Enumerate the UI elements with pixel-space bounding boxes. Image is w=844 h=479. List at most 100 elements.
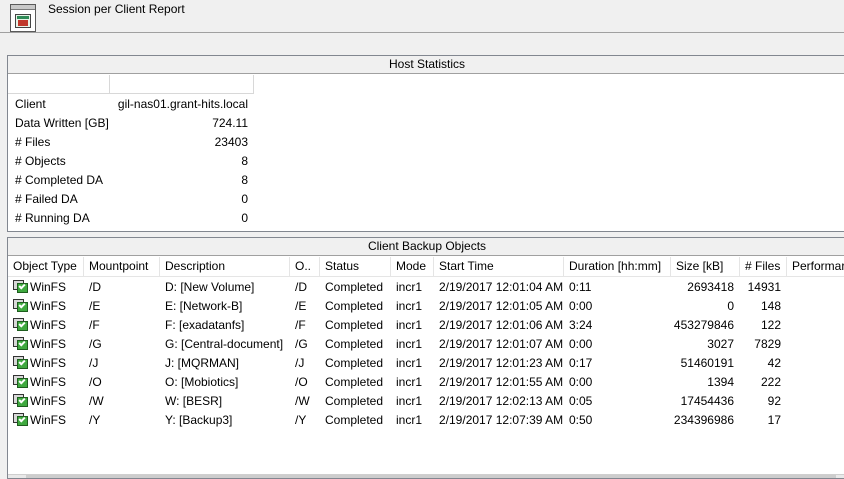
object-type-label: WinFS [30, 280, 66, 294]
cell-o: /G [295, 337, 308, 351]
cell-object-type: WinFS [8, 316, 84, 335]
column-header-mode[interactable]: Mode [391, 257, 434, 277]
cell-o: /O [295, 375, 308, 389]
cell-mode: incr1 [396, 337, 423, 351]
cell-description: G: [Central-document] [165, 337, 284, 351]
cell-start: 2/19/2017 12:01:55 AM [439, 375, 564, 389]
host-stat-row[interactable]: # Objects 8 [8, 152, 254, 171]
report-title: Session per Client Report [48, 2, 185, 16]
table-row[interactable]: WinFS/G G: [Central-document] /G Completed i… [8, 335, 844, 354]
column-header-o[interactable]: O.. [290, 257, 320, 277]
horizontal-scrollbar-thumb[interactable] [26, 475, 836, 478]
table-row[interactable]: WinFS/D D: [New Volume] /D Completed incr1 2/… [8, 278, 844, 297]
host-stat-label: # Objects [15, 154, 66, 168]
cell-mountpoint: /O [89, 375, 102, 389]
cell-status: Completed [325, 299, 384, 313]
cell-description: D: [New Volume] [165, 280, 255, 294]
column-header-perf[interactable]: Performar [787, 257, 844, 277]
host-stat-row[interactable]: # Completed DA 8 [8, 171, 254, 190]
cell-size: 0 [727, 299, 734, 313]
table-row[interactable]: WinFS/Y Y: [Backup3] /Y Completed incr1 2/19/… [8, 411, 844, 430]
object-type-label: WinFS [30, 356, 66, 370]
cell-status: Completed [325, 413, 384, 427]
cell-files: 17 [767, 413, 781, 427]
column-header-type[interactable]: Object Type [8, 257, 84, 277]
column-header-duration[interactable]: Duration [hh:mm] [564, 257, 671, 277]
host-statistics-header-cell-2[interactable] [110, 75, 254, 94]
column-header-files[interactable]: # Files [740, 257, 787, 277]
cell-mode: incr1 [396, 299, 423, 313]
cell-start: 2/19/2017 12:01:23 AM [439, 356, 564, 370]
host-stat-row[interactable]: # Running DA 0 [8, 209, 254, 228]
table-row[interactable]: WinFS/J J: [MQRMAN] /J Completed incr1 2/19/2… [8, 354, 844, 373]
host-stat-value: 23403 [214, 135, 248, 149]
cell-files: 92 [767, 394, 781, 408]
host-stat-label: # Files [15, 135, 51, 149]
cell-start: 2/19/2017 12:07:39 AM [439, 413, 564, 427]
horizontal-scrollbar[interactable] [8, 474, 844, 478]
cell-start: 2/19/2017 12:02:13 AM [439, 394, 564, 408]
column-header-start[interactable]: Start Time [434, 257, 564, 277]
cell-mountpoint: /E [89, 299, 101, 313]
host-statistics-header-cell-1[interactable] [8, 75, 110, 94]
host-stat-label: # Completed DA [15, 173, 104, 187]
object-type-label: WinFS [30, 318, 66, 332]
winfs-object-icon [13, 413, 28, 427]
cell-duration: 0:00 [569, 375, 593, 389]
cell-o: /E [295, 299, 307, 313]
winfs-object-icon [13, 337, 28, 351]
cell-start: 2/19/2017 12:01:07 AM [439, 337, 564, 351]
host-stat-value: 8 [241, 173, 248, 187]
cell-description: O: [Mobiotics] [165, 375, 239, 389]
winfs-object-icon [13, 318, 28, 332]
winfs-object-icon [13, 356, 28, 370]
object-type-label: WinFS [30, 299, 66, 313]
host-stat-row[interactable]: Client gil-nas01.grant-hits.local [8, 95, 254, 114]
cell-description: F: [exadatanfs] [165, 318, 245, 332]
cell-o: /F [295, 318, 306, 332]
table-row[interactable]: WinFS/E E: [Network-B] /E Completed incr1 2/1… [8, 297, 844, 316]
winfs-object-icon [13, 280, 28, 294]
cell-start: 2/19/2017 12:01:05 AM [439, 299, 564, 313]
host-stat-label: Client [15, 97, 46, 111]
cell-size: 51460191 [680, 356, 734, 370]
cell-o: /J [295, 356, 305, 370]
cell-mode: incr1 [396, 356, 423, 370]
cell-duration: 0:00 [569, 299, 593, 313]
report-header: Session per Client Report [0, 0, 844, 48]
host-stat-row[interactable]: Data Written [GB] 724.11 [8, 114, 254, 133]
cell-mode: incr1 [396, 413, 423, 427]
host-stat-row[interactable]: # Files 23403 [8, 133, 254, 152]
table-row[interactable]: WinFS/O O: [Mobiotics] /O Completed incr1 2/1… [8, 373, 844, 392]
host-stat-label: Data Written [GB] [15, 116, 109, 130]
table-row[interactable]: WinFS/F F: [exadatanfs] /F Completed incr1 2/… [8, 316, 844, 335]
column-header-status[interactable]: Status [320, 257, 391, 277]
cell-files: 14931 [747, 280, 781, 294]
cell-mode: incr1 [396, 280, 423, 294]
host-statistics-column-header[interactable] [8, 75, 254, 94]
cell-object-type: WinFS [8, 392, 84, 411]
host-stat-value: 724.11 [212, 116, 248, 130]
host-stat-value: 0 [241, 192, 248, 206]
cell-duration: 0:05 [569, 394, 593, 408]
column-header-mountpoint[interactable]: Mountpoint [84, 257, 160, 277]
host-stat-label: # Failed DA [15, 192, 78, 206]
host-stat-value: 0 [241, 211, 248, 225]
table-row[interactable]: WinFS/W W: [BESR] /W Completed incr1 2/19/201… [8, 392, 844, 411]
cell-status: Completed [325, 394, 384, 408]
column-header-description[interactable]: Description [160, 257, 290, 277]
host-stat-row[interactable]: # Failed DA 0 [8, 190, 254, 209]
object-type-label: WinFS [30, 413, 66, 427]
object-type-label: WinFS [30, 337, 66, 351]
cell-description: Y: [Backup3] [165, 413, 233, 427]
object-type-label: WinFS [30, 394, 66, 408]
cell-size: 2693418 [687, 280, 734, 294]
host-stat-value: gil-nas01.grant-hits.local [117, 97, 248, 111]
host-statistics-title: Host Statistics [8, 56, 844, 74]
cell-size: 453279846 [673, 318, 734, 332]
cell-files: 7829 [754, 337, 781, 351]
cell-status: Completed [325, 337, 384, 351]
column-header-size[interactable]: Size [kB] [671, 257, 740, 277]
cell-size: 17454436 [680, 394, 734, 408]
cell-files: 222 [760, 375, 781, 389]
